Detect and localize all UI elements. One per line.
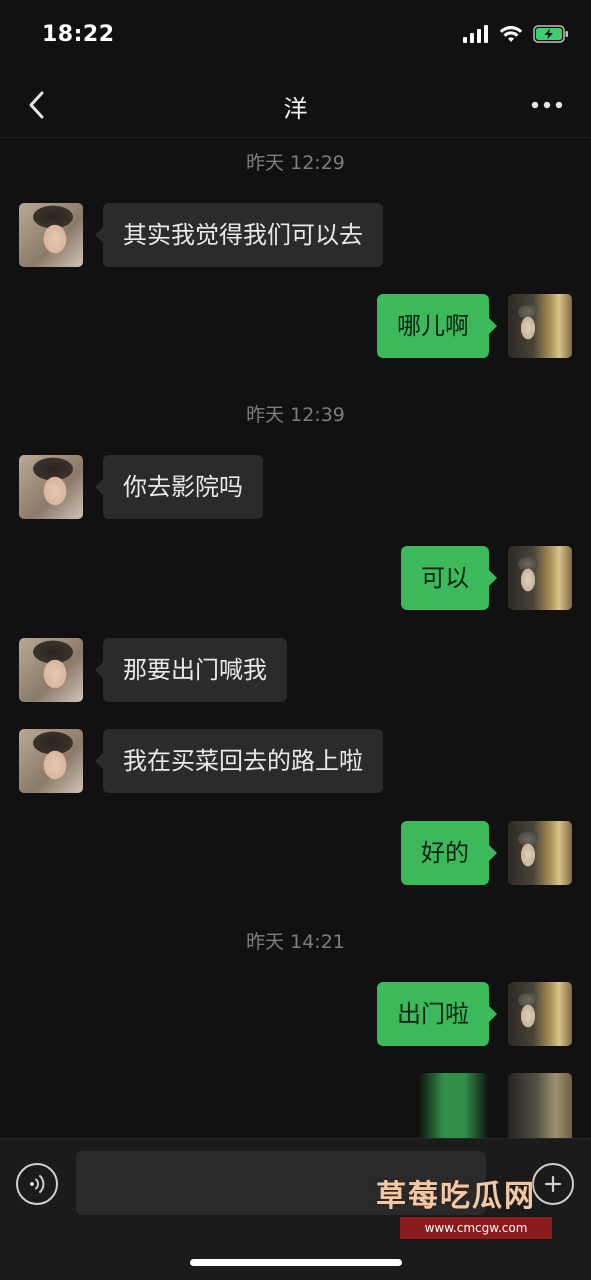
my-avatar[interactable] — [508, 294, 572, 358]
message-bubble-incoming[interactable]: 其实我觉得我们可以去 — [95, 203, 383, 267]
my-avatar[interactable] — [508, 982, 572, 1046]
message-bubble-outgoing[interactable]: 可以 — [401, 546, 497, 610]
status-icons — [463, 25, 569, 43]
more-dots-icon — [531, 101, 563, 109]
message-bubble-outgoing[interactable]: 出门啦 — [377, 982, 497, 1046]
message-bubble-incoming[interactable]: 我在买菜回去的路上啦 — [95, 729, 383, 793]
message-bubble-outgoing[interactable]: 好的 — [401, 821, 497, 885]
signal-icon — [463, 25, 488, 43]
voice-button[interactable] — [16, 1163, 58, 1205]
my-avatar[interactable] — [508, 1073, 572, 1138]
status-time: 18:22 — [42, 22, 115, 47]
message-bubble-incoming[interactable]: 那要出门喊我 — [95, 638, 287, 702]
contact-avatar[interactable] — [19, 455, 83, 519]
input-bar: 草莓吃瓜网 www.cmcgw.com — [0, 1138, 591, 1280]
chat-header: 洋 — [0, 72, 591, 138]
plus-button[interactable] — [532, 1163, 574, 1205]
message-list[interactable]: 昨天 12:29 其实我觉得我们可以去 哪儿啊 昨天 12:39 你去影院吗 可… — [0, 138, 591, 1138]
contact-avatar[interactable] — [19, 729, 83, 793]
my-avatar[interactable] — [508, 821, 572, 885]
timestamp: 昨天 12:29 — [246, 152, 345, 174]
message-bubble-outgoing[interactable]: 哪儿啊 — [377, 294, 497, 358]
watermark-text: 草莓吃瓜网 — [376, 1179, 536, 1214]
more-options-button[interactable] — [529, 90, 565, 120]
timestamp: 昨天 12:39 — [246, 404, 345, 426]
timestamp: 昨天 14:21 — [246, 931, 345, 953]
contact-avatar[interactable] — [19, 203, 83, 267]
message-bubble-outgoing-partial[interactable] — [419, 1073, 489, 1138]
wifi-icon — [499, 26, 523, 42]
battery-charging-icon — [533, 25, 568, 43]
voice-icon — [30, 1175, 45, 1193]
plus-circle-icon — [544, 1175, 562, 1193]
message-bubble-incoming[interactable]: 你去影院吗 — [95, 455, 263, 519]
status-bar: 18:22 — [0, 0, 591, 72]
contact-name: 洋 — [283, 95, 308, 123]
my-avatar[interactable] — [508, 546, 572, 610]
watermark-url: www.cmcgw.com — [400, 1217, 552, 1239]
home-indicator[interactable] — [190, 1259, 402, 1266]
contact-avatar[interactable] — [19, 638, 83, 702]
